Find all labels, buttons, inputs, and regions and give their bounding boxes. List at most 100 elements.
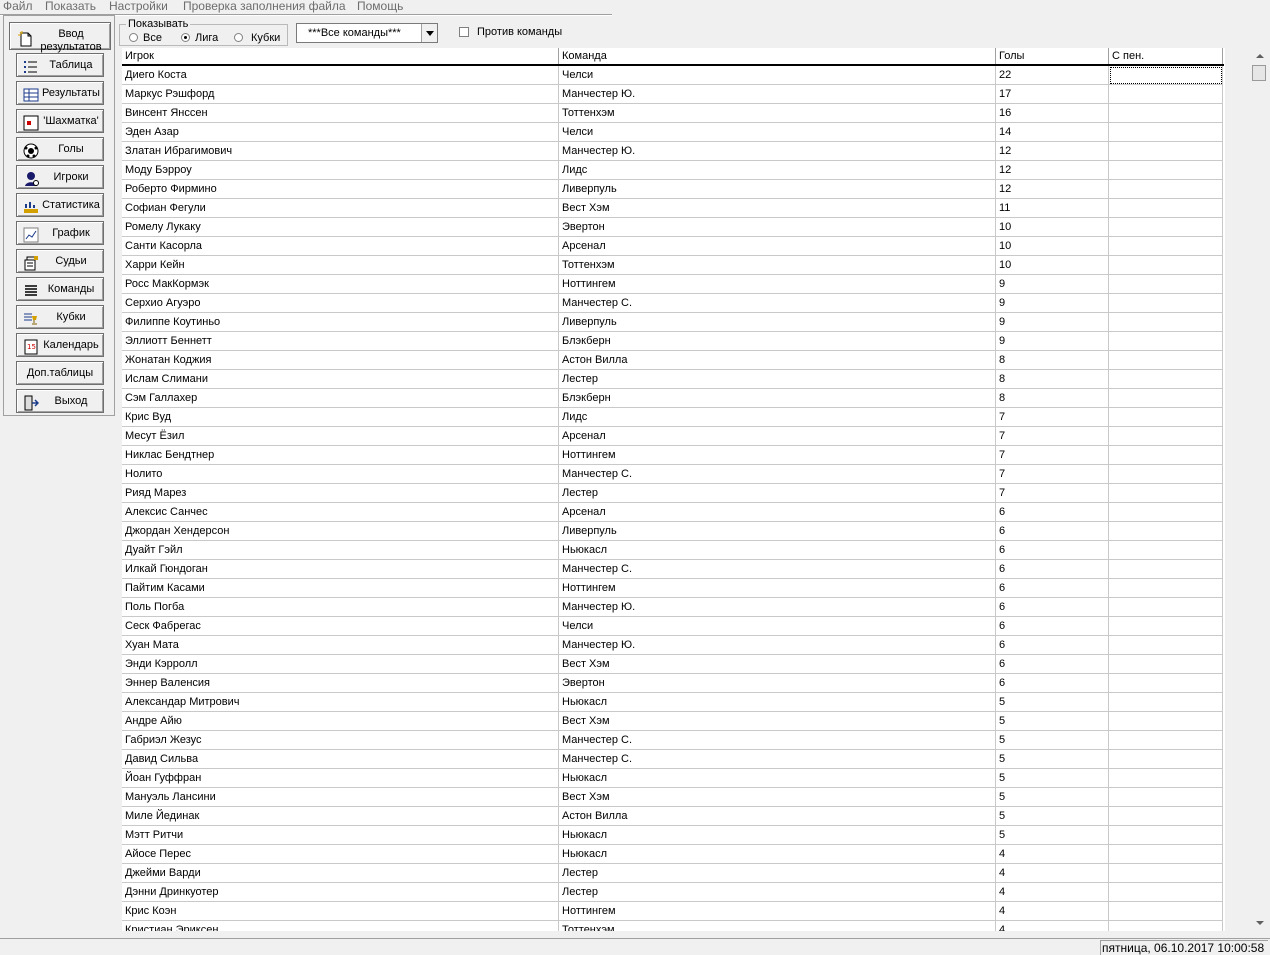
table-row[interactable]: Дуайт Гэйл Ньюкасл 6 [122,541,1224,560]
table-row[interactable]: Филиппе Коутиньо Ливерпуль 9 [122,313,1224,332]
results-button[interactable]: Результаты [16,81,104,105]
player-cell[interactable]: Алексис Санчес [122,503,559,522]
goals-cell[interactable]: 5 [996,693,1109,712]
goals-cell[interactable]: 6 [996,522,1109,541]
player-cell[interactable]: Никлас Бендтнер [122,446,559,465]
player-cell[interactable]: Росс МакКормэк [122,275,559,294]
players-button[interactable]: Игроки [16,165,104,189]
penalties-cell[interactable] [1109,560,1223,579]
player-cell[interactable]: Айосе Перес [122,845,559,864]
team-cell[interactable]: Ноттингем [559,579,996,598]
table-row[interactable]: Маркус Рэшфорд Манчестер Ю. 17 [122,85,1224,104]
penalties-cell[interactable] [1109,845,1223,864]
player-cell[interactable]: Ромелу Лукаку [122,218,559,237]
player-cell[interactable]: Эннер Валенсия [122,674,559,693]
goals-cell[interactable]: 4 [996,864,1109,883]
team-cell[interactable]: Арсенал [559,427,996,446]
player-cell[interactable]: Илкай Гюндоган [122,560,559,579]
player-cell[interactable]: Мэтт Ритчи [122,826,559,845]
team-cell[interactable]: Лестер [559,864,996,883]
goals-cell[interactable]: 4 [996,883,1109,902]
penalties-cell[interactable] [1109,104,1223,123]
menu-settings[interactable]: Настройки [109,0,168,13]
penalties-cell[interactable] [1109,731,1223,750]
player-cell[interactable]: Маркус Рэшфорд [122,85,559,104]
penalties-cell[interactable] [1109,294,1223,313]
penalties-cell[interactable] [1109,636,1223,655]
table-row[interactable]: Серхио Агуэро Манчестер С. 9 [122,294,1224,313]
team-cell[interactable]: Манчестер С. [559,731,996,750]
goals-cell[interactable]: 6 [996,636,1109,655]
column-header-penalties[interactable]: С пен. [1109,48,1223,64]
goals-cell[interactable]: 9 [996,294,1109,313]
player-cell[interactable]: Сэм Галлахер [122,389,559,408]
penalties-cell[interactable] [1109,370,1223,389]
table-row[interactable]: Санти Касорла Арсенал 10 [122,237,1224,256]
table-row[interactable]: Месут Ёзил Арсенал 7 [122,427,1224,446]
goals-cell[interactable]: 6 [996,560,1109,579]
table-button[interactable]: Таблица [16,53,104,77]
goals-cell[interactable]: 4 [996,845,1109,864]
penalties-cell[interactable] [1109,617,1223,636]
team-cell[interactable]: Ньюкасл [559,826,996,845]
goals-cell[interactable]: 5 [996,807,1109,826]
penalties-cell[interactable] [1109,883,1223,902]
team-cell[interactable]: Лестер [559,883,996,902]
scroll-up-icon[interactable] [1251,48,1268,65]
player-cell[interactable]: Хуан Мата [122,636,559,655]
goals-cell[interactable]: 5 [996,788,1109,807]
table-row[interactable]: Миле Йединак Астон Вилла 5 [122,807,1224,826]
team-cell[interactable]: Ливерпуль [559,180,996,199]
team-cell[interactable]: Арсенал [559,237,996,256]
table-row[interactable]: Крис Коэн Ноттингем 4 [122,902,1224,921]
goals-cell[interactable]: 7 [996,484,1109,503]
table-row[interactable]: Пайтим Касами Ноттингем 6 [122,579,1224,598]
table-row[interactable]: Эден Азар Челси 14 [122,123,1224,142]
table-row[interactable]: Кристиан Эриксен Тоттенхэм 4 [122,921,1224,931]
team-cell[interactable]: Ньюкасл [559,845,996,864]
team-cell[interactable]: Блэкберн [559,332,996,351]
player-cell[interactable]: Андре Айю [122,712,559,731]
team-cell[interactable]: Манчестер С. [559,465,996,484]
penalties-cell[interactable] [1109,579,1223,598]
table-row[interactable]: Крис Вуд Лидс 7 [122,408,1224,427]
penalties-cell[interactable] [1109,465,1223,484]
player-cell[interactable]: Энди Кэрролл [122,655,559,674]
teams-button[interactable]: Команды [16,277,104,301]
player-cell[interactable]: Джордан Хендерсон [122,522,559,541]
penalties-cell[interactable] [1109,712,1223,731]
table-row[interactable]: Поль Погба Манчестер Ю. 6 [122,598,1224,617]
table-row[interactable]: Софиан Фегули Вест Хэм 11 [122,199,1224,218]
player-cell[interactable]: Нолито [122,465,559,484]
table-row[interactable]: Эллиотт Беннетт Блэкберн 9 [122,332,1224,351]
team-cell[interactable]: Ливерпуль [559,313,996,332]
team-cell[interactable]: Челси [559,66,996,85]
penalties-cell[interactable] [1109,902,1223,921]
table-row[interactable]: Габриэл Жезус Манчестер С. 5 [122,731,1224,750]
player-cell[interactable]: Харри Кейн [122,256,559,275]
player-cell[interactable]: Сеск Фабрегас [122,617,559,636]
player-cell[interactable]: Винсент Янссен [122,104,559,123]
player-cell[interactable]: Роберто Фирмино [122,180,559,199]
goals-cell[interactable]: 9 [996,313,1109,332]
table-row[interactable]: Алексис Санчес Арсенал 6 [122,503,1224,522]
scorers-grid[interactable]: Игрок Команда Голы С пен. Диего Коста Чел… [122,48,1225,931]
enter-results-button[interactable]: Ввод результатов [9,22,111,53]
goals-button[interactable]: Голы [16,137,104,161]
cups-button[interactable]: Кубки [16,305,104,329]
statistics-button[interactable]: Статистика [16,193,104,217]
penalties-cell[interactable] [1109,142,1223,161]
goals-cell[interactable]: 16 [996,104,1109,123]
goals-cell[interactable]: 6 [996,579,1109,598]
team-cell[interactable]: Тоттенхэм [559,256,996,275]
player-cell[interactable]: Поль Погба [122,598,559,617]
table-row[interactable]: Хуан Мата Манчестер Ю. 6 [122,636,1224,655]
penalties-cell[interactable] [1109,180,1223,199]
extra-tables-button[interactable]: Доп.таблицы [16,361,104,385]
goals-cell[interactable]: 4 [996,902,1109,921]
team-cell[interactable]: Арсенал [559,503,996,522]
table-row[interactable]: Джордан Хендерсон Ливерпуль 6 [122,522,1224,541]
player-cell[interactable]: Рияд Марез [122,484,559,503]
player-cell[interactable]: Ислам Слимани [122,370,559,389]
table-row[interactable]: Никлас Бендтнер Ноттингем 7 [122,446,1224,465]
